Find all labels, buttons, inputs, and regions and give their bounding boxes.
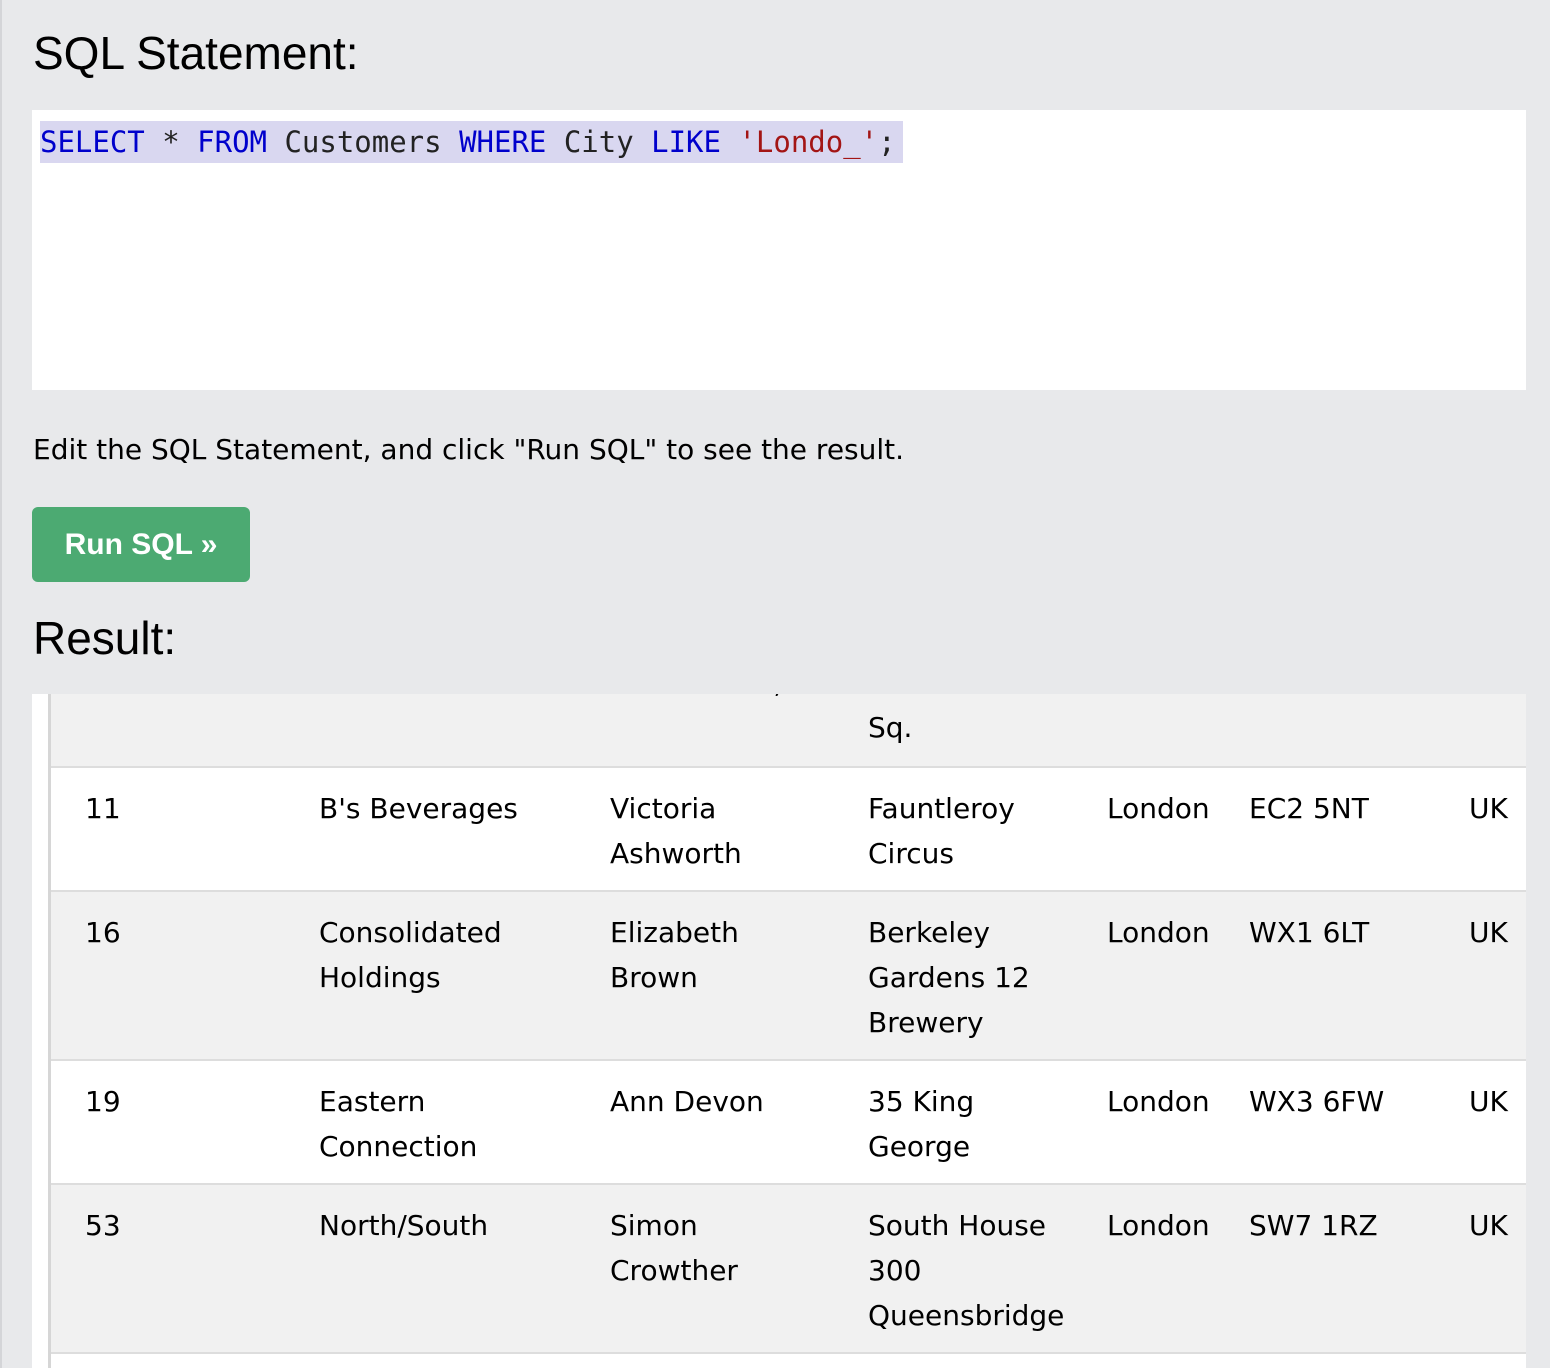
table-cell-contact-name: Simon Crowther xyxy=(610,1209,738,1287)
table-row-partial: . . . . . . . . . . . . . . . . . , Sq. xyxy=(51,694,1526,768)
table-cell-customer-name: North/South xyxy=(319,1209,489,1242)
table-cell-address: Sq. xyxy=(868,711,913,744)
sql-space xyxy=(721,125,738,159)
sql-keyword-select: SELECT xyxy=(40,125,145,159)
table-cell-address: South House 300 Queensbridge xyxy=(868,1209,1065,1332)
table-cell-contact-name: Victoria Ashworth xyxy=(610,792,742,870)
run-sql-button[interactable]: Run SQL » xyxy=(32,507,250,582)
table-cell-postal-code: WX1 6LT xyxy=(1249,916,1370,949)
sql-keyword-from: FROM xyxy=(197,125,267,159)
table-cell-customer-name: Consolidated Holdings xyxy=(319,916,502,994)
table-row: 16 Consolidated Holdings Elizabeth Brown… xyxy=(51,892,1526,1061)
table-cell-id: 11 xyxy=(85,792,121,825)
table-cell-customer-name: Eastern Connection xyxy=(319,1085,478,1163)
instructions-text: Edit the SQL Statement, and click "Run S… xyxy=(33,433,905,466)
table-cell-country: UK xyxy=(1469,1085,1508,1118)
table-cell-id: 19 xyxy=(85,1085,121,1118)
table-cell-customer-name: B's Beverages xyxy=(319,792,518,825)
sql-editor[interactable]: SELECT * FROM Customers WHERE City LIKE … xyxy=(32,110,1526,390)
table-cell-city: London xyxy=(1107,916,1210,949)
sql-star: * xyxy=(144,125,198,159)
table-cell-id: 53 xyxy=(85,1209,121,1242)
table-row-cut-off xyxy=(51,1354,1526,1368)
table-cell-city: London xyxy=(1107,1085,1210,1118)
table-row: 53 North/South Simon Crowther South Hous… xyxy=(51,1185,1526,1354)
sql-keyword-like: LIKE xyxy=(651,125,721,159)
sql-code-line-selected[interactable]: SELECT * FROM Customers WHERE City LIKE … xyxy=(40,121,903,163)
table-cell-contact-name: Ann Devon xyxy=(610,1085,764,1118)
table-cell-city: London xyxy=(1107,1209,1210,1242)
sql-terminator: ; xyxy=(878,125,896,159)
table-cell-contact-name: Elizabeth Brown xyxy=(610,916,739,994)
table-cell-address: Fauntleroy Circus xyxy=(868,792,1015,870)
clipped-text: . . . . . . . . . xyxy=(351,694,581,701)
page-left-edge xyxy=(0,0,2,1368)
sql-keyword-where: WHERE xyxy=(459,125,547,159)
table-cell-id: 16 xyxy=(85,916,121,949)
table-cell-country: UK xyxy=(1469,792,1508,825)
sql-statement-heading: SQL Statement: xyxy=(33,27,359,79)
result-panel[interactable]: . . . . . . . . . . . . . . . . . , Sq. … xyxy=(32,694,1526,1368)
table-cell-postal-code: WX3 6FW xyxy=(1249,1085,1385,1118)
table-cell-country: UK xyxy=(1469,1209,1508,1242)
table-row: 19 Eastern Connection Ann Devon 35 King … xyxy=(51,1061,1526,1185)
clipped-text: . . . . . . . . , xyxy=(631,694,851,701)
sql-column-name: City xyxy=(546,125,652,159)
result-table: . . . . . . . . . . . . . . . . . , Sq. … xyxy=(48,694,1526,1368)
table-cell-country: UK xyxy=(1469,916,1508,949)
table-cell-postal-code: SW7 1RZ xyxy=(1249,1209,1378,1242)
sql-pattern-string: 'Londo_' xyxy=(738,125,879,159)
table-cell-address: Berkeley Gardens 12 Brewery xyxy=(868,916,1030,1039)
table-cell-address: 35 King George xyxy=(868,1085,975,1163)
table-cell-postal-code: EC2 5NT xyxy=(1249,792,1369,825)
sql-table-name: Customers xyxy=(267,125,460,159)
table-row: 11 B's Beverages Victoria Ashworth Faunt… xyxy=(51,768,1526,892)
result-heading: Result: xyxy=(33,612,177,664)
table-cell-city: London xyxy=(1107,792,1210,825)
